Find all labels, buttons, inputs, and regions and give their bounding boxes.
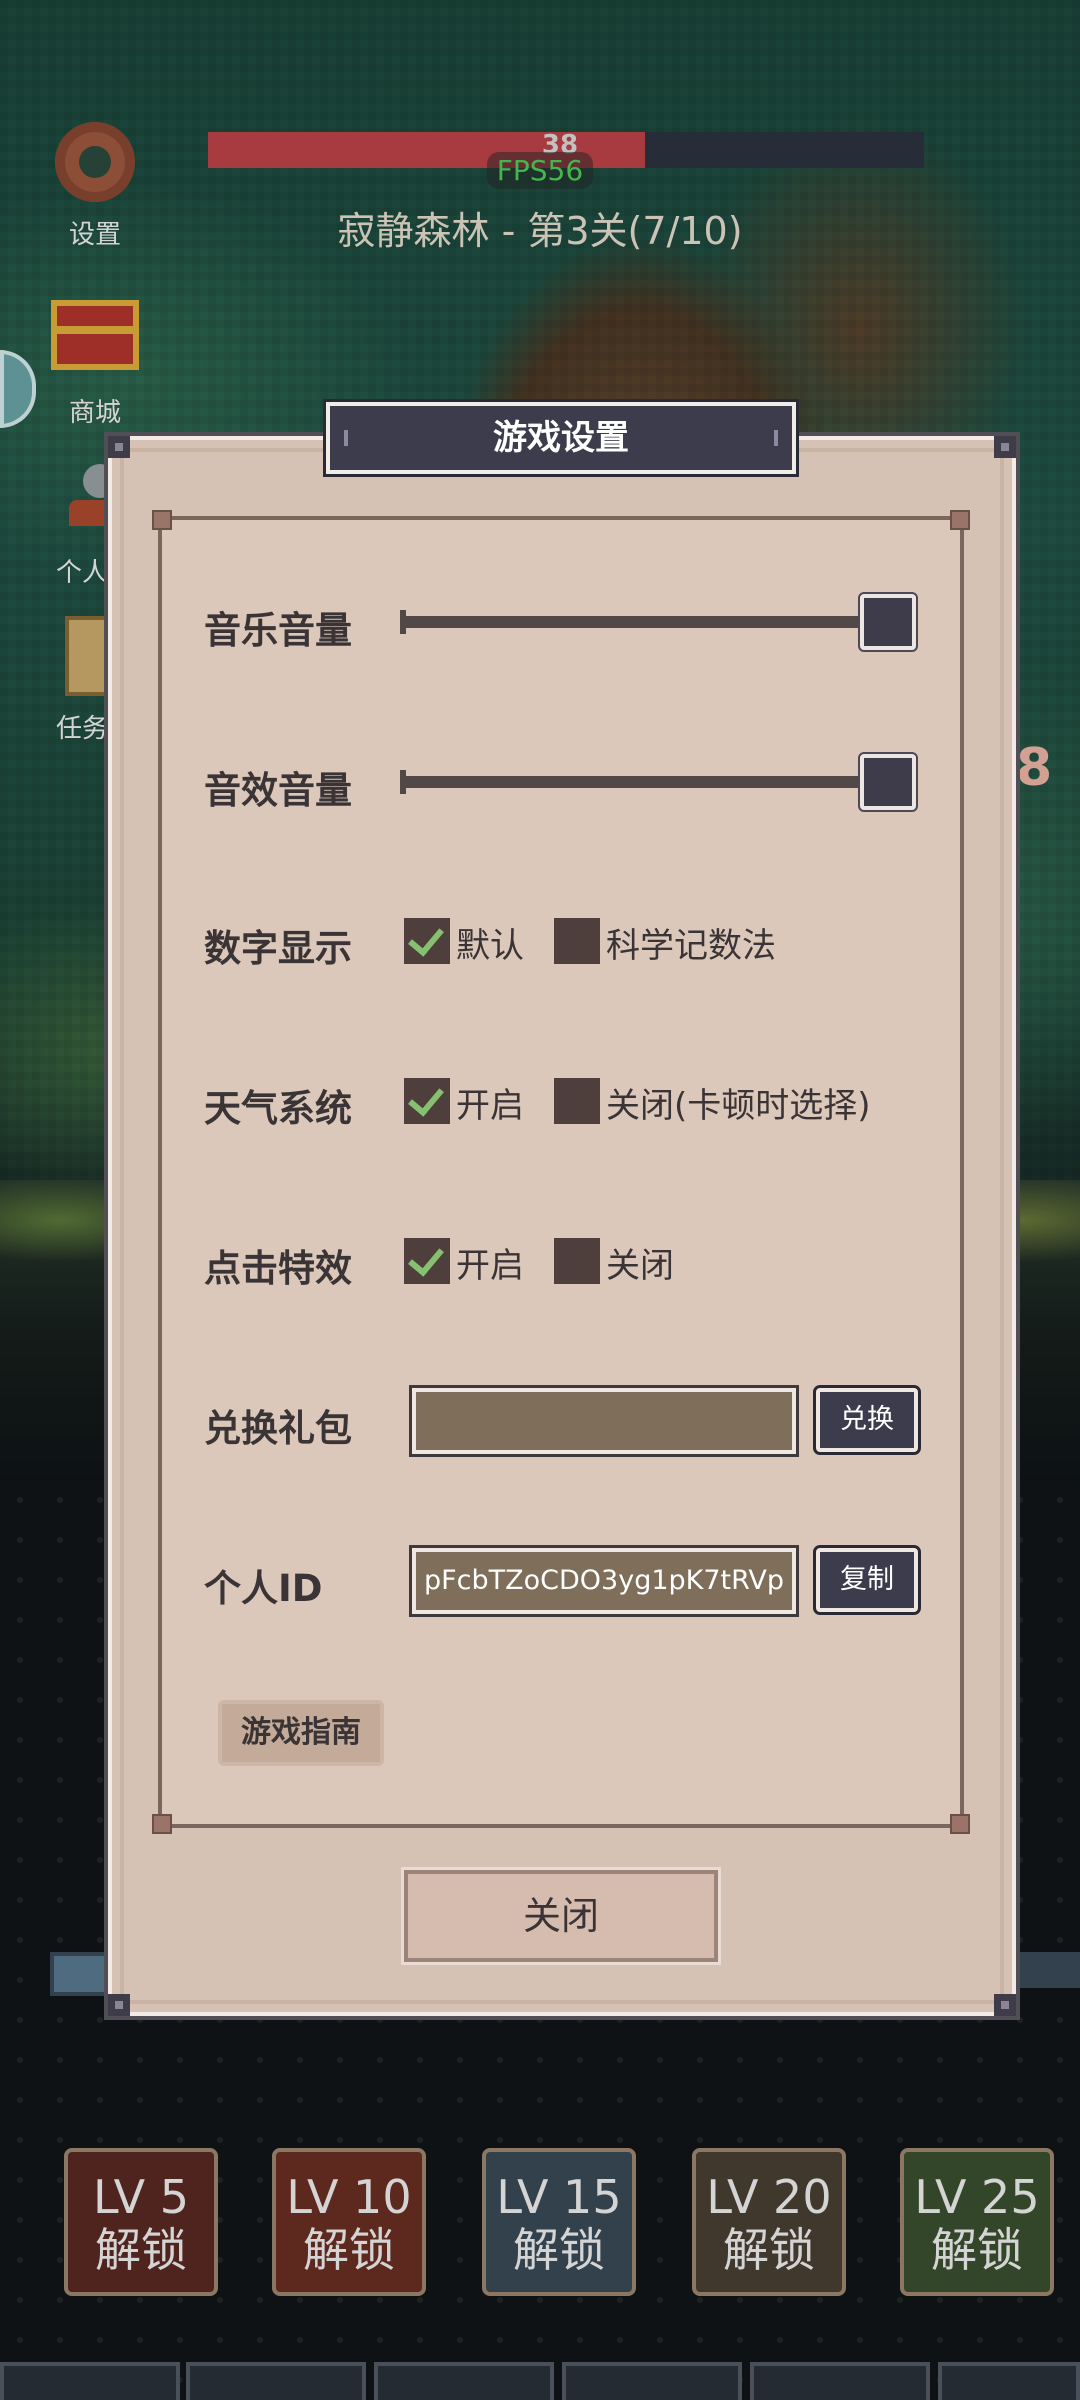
- dialog-corner: [108, 436, 130, 458]
- dialog-corner: [108, 1994, 130, 2016]
- option-label: 科学记数法: [606, 926, 776, 966]
- copy-id-button[interactable]: 复制: [813, 1545, 921, 1615]
- option-label: 开启: [456, 1246, 524, 1286]
- click-effect-on-checkbox[interactable]: [404, 1238, 450, 1284]
- personal-id-field[interactable]: pFcbTZoCDO3yg1pK7tRVp: [409, 1545, 799, 1617]
- music-volume-slider[interactable]: [404, 616, 862, 628]
- dialog-corner: [994, 436, 1016, 458]
- redeem-label: 兑换礼包: [204, 1407, 352, 1450]
- personal-id-label: 个人ID: [204, 1567, 323, 1610]
- music-volume-knob[interactable]: [858, 592, 918, 652]
- dialog-corner: [994, 1994, 1016, 2016]
- weather-on-checkbox[interactable]: [404, 1078, 450, 1124]
- redeem-code-input[interactable]: [409, 1385, 799, 1457]
- dialog-title: 游戏设置: [493, 418, 629, 458]
- panel-corner: [950, 1814, 970, 1834]
- game-guide-button[interactable]: 游戏指南: [218, 1700, 384, 1766]
- dialog-title-tab: 游戏设置: [323, 399, 799, 477]
- panel-corner: [152, 510, 172, 530]
- click-effect-label: 点击特效: [204, 1247, 352, 1290]
- option-label: 关闭: [606, 1246, 674, 1286]
- number-display-scientific-checkbox[interactable]: [554, 918, 600, 964]
- weather-label: 天气系统: [204, 1087, 352, 1130]
- weather-off-checkbox[interactable]: [554, 1078, 600, 1124]
- panel-corner: [950, 510, 970, 530]
- option-label: 关闭(卡顿时选择): [606, 1086, 871, 1126]
- sfx-volume-slider[interactable]: [404, 776, 862, 788]
- close-button[interactable]: 关闭: [401, 1867, 721, 1965]
- option-label: 默认: [456, 926, 524, 966]
- panel-corner: [152, 1814, 172, 1834]
- settings-panel: [152, 510, 970, 1834]
- number-display-label: 数字显示: [204, 927, 352, 970]
- option-label: 开启: [456, 1086, 524, 1126]
- number-display-default-checkbox[interactable]: [404, 918, 450, 964]
- sfx-volume-knob[interactable]: [858, 752, 918, 812]
- music-volume-label: 音乐音量: [204, 609, 352, 652]
- click-effect-off-checkbox[interactable]: [554, 1238, 600, 1284]
- sfx-volume-label: 音效音量: [204, 769, 352, 812]
- redeem-button[interactable]: 兑换: [813, 1385, 921, 1455]
